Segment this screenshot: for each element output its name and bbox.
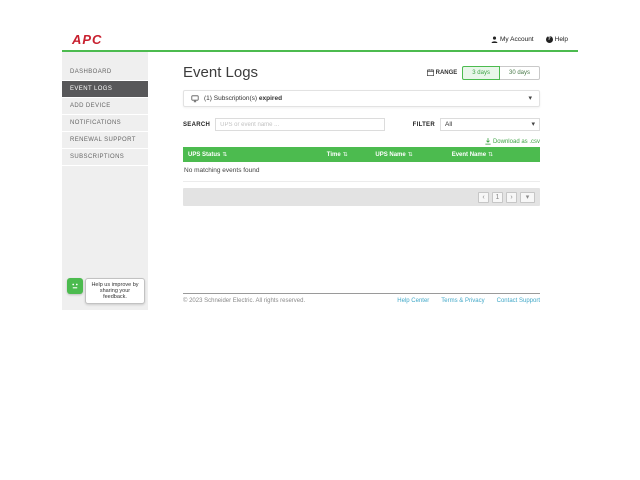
filter-select[interactable]: All ▾ [440, 118, 540, 131]
pagination-page-button[interactable]: 1 [492, 192, 503, 203]
events-table-header: UPS Status ⇅ Time ⇅ UPS Name ⇅ Event Nam… [183, 147, 540, 162]
help-icon: ? [546, 36, 553, 43]
my-account-button[interactable]: My Account [491, 36, 534, 43]
download-link-label: Download as .csv [493, 139, 540, 145]
sort-icon: ⇅ [222, 151, 227, 158]
pagination-prev-button[interactable]: ‹ [478, 192, 489, 203]
download-csv-link[interactable]: Download as .csv [485, 138, 540, 145]
range-toggle: 3 days 30 days [462, 66, 540, 80]
help-center-link[interactable]: Help Center [397, 298, 429, 304]
subscription-expired-accordion[interactable]: (1) Subscription(s) expired ▾ [183, 90, 540, 107]
sidebar-item-notifications[interactable]: NOTIFICATIONS [62, 115, 148, 132]
sidebar: DASHBOARD EVENT LOGS ADD DEVICE NOTIFICA… [62, 52, 148, 310]
sort-icon: ⇅ [408, 151, 413, 158]
range-label: RANGE [436, 70, 458, 76]
sidebar-item-subscriptions[interactable]: SUBSCRIPTIONS [62, 149, 148, 166]
column-header-ups-name[interactable]: UPS Name ⇅ [375, 151, 451, 158]
chevron-down-icon[interactable]: ▾ [528, 95, 532, 102]
search-label: SEARCH [183, 122, 210, 128]
range-label-group: RANGE [427, 69, 458, 76]
empty-table-message: No matching events found [183, 162, 540, 182]
filter-chevron-down-icon: ▾ [531, 121, 535, 128]
app-window: APC My Account ? Help DASHBOARD EVENT LO… [62, 28, 578, 310]
subscription-status: expired [259, 95, 282, 102]
sidebar-item-dashboard[interactable]: DASHBOARD [62, 64, 148, 81]
calendar-icon [427, 69, 434, 76]
main-content: Event Logs RANGE 3 days 30 days [148, 52, 578, 310]
search-filter-row: SEARCH FILTER All ▾ [183, 118, 540, 131]
contact-support-link[interactable]: Contact Support [497, 298, 540, 304]
sidebar-item-renewal-support[interactable]: RENEWAL SUPPORT [62, 132, 148, 149]
filter-label: FILTER [413, 122, 435, 128]
range-button-3-days[interactable]: 3 days [462, 66, 500, 80]
my-account-label: My Account [500, 36, 534, 43]
footer-links: Help Center Terms & Privacy Contact Supp… [397, 298, 540, 304]
feedback-widget: Help us improve by sharing your feedback… [67, 278, 145, 304]
sort-icon: ⇅ [488, 151, 493, 158]
copyright-text: © 2023 Schneider Electric. All rights re… [183, 298, 305, 304]
footer: © 2023 Schneider Electric. All rights re… [183, 293, 540, 310]
help-button[interactable]: ? Help [546, 36, 568, 43]
top-bar: APC My Account ? Help [62, 28, 578, 50]
user-icon [491, 36, 498, 43]
sidebar-item-event-logs[interactable]: EVENT LOGS [62, 81, 148, 98]
terms-privacy-link[interactable]: Terms & Privacy [441, 298, 484, 304]
column-header-event-name[interactable]: Event Name ⇅ [452, 151, 535, 158]
sidebar-item-add-device[interactable]: ADD DEVICE [62, 98, 148, 115]
search-input[interactable] [215, 118, 385, 131]
pagination-bar: ‹ 1 › ▾ [183, 188, 540, 206]
page-title: Event Logs [183, 64, 258, 81]
column-header-time[interactable]: Time ⇅ [327, 151, 376, 158]
account-cluster: My Account ? Help [491, 36, 568, 43]
subscription-notice-text: (1) Subscription(s) expired [204, 95, 282, 102]
feedback-smiley-icon[interactable] [67, 278, 83, 294]
help-label: Help [555, 36, 568, 43]
apc-logo: APC [72, 32, 102, 47]
range-button-30-days[interactable]: 30 days [499, 66, 540, 80]
pagination-next-button[interactable]: › [506, 192, 517, 203]
download-icon [485, 138, 491, 145]
ups-device-icon [191, 95, 199, 103]
column-header-ups-status[interactable]: UPS Status ⇅ [188, 151, 327, 158]
filter-selected-value: All [445, 121, 452, 128]
range-cluster: RANGE 3 days 30 days [427, 66, 540, 80]
feedback-tooltip: Help us improve by sharing your feedback… [85, 278, 145, 304]
sort-icon: ⇅ [343, 151, 348, 158]
pagination-page-size-dropdown[interactable]: ▾ [520, 192, 535, 203]
